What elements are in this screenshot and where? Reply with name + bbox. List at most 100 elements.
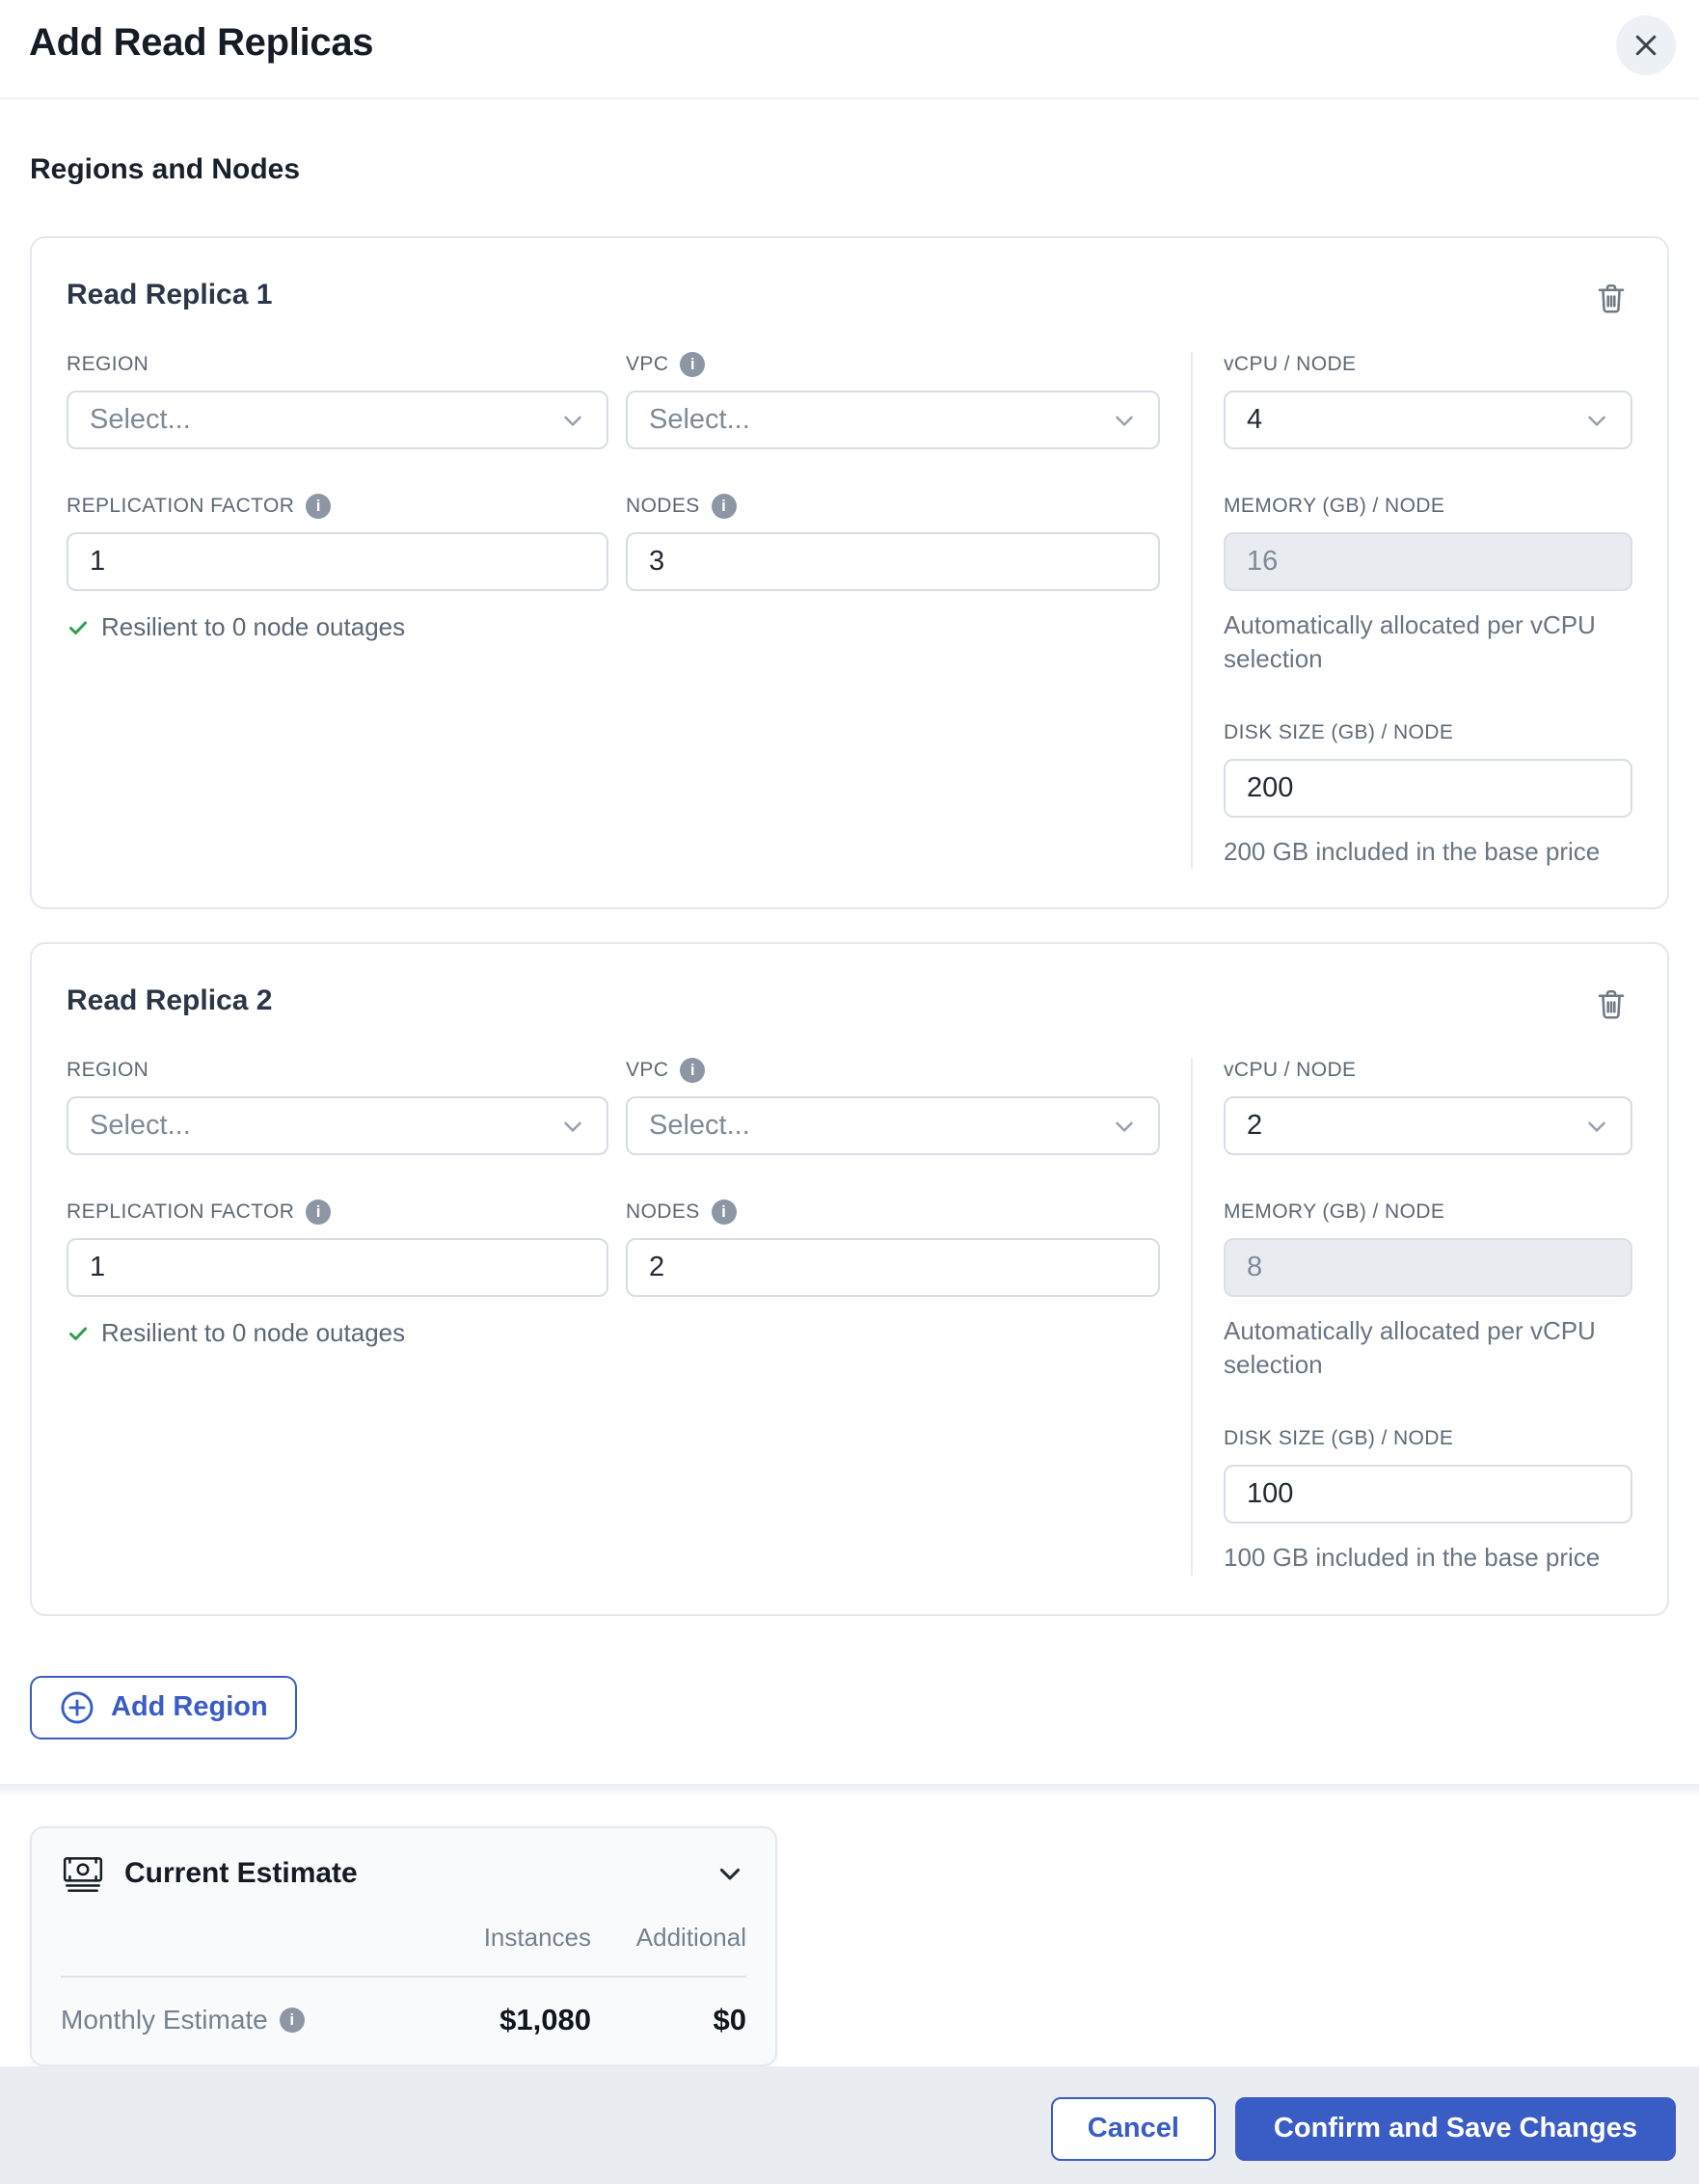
modal-footer: Cancel Confirm and Save Changes <box>0 2065 1699 2184</box>
vpc-select[interactable]: Select... <box>626 391 1160 449</box>
info-icon[interactable]: i <box>711 494 737 519</box>
replication-factor-label: REPLICATION FACTOR <box>67 495 295 517</box>
monthly-estimate-row: Monthly Estimate i $1,080 $0 <box>61 2003 746 2037</box>
resilience-text: Resilient to 0 node outages <box>101 1318 406 1348</box>
region-field: REGION Select... <box>67 1058 608 1156</box>
close-icon <box>1635 35 1657 56</box>
nodes-input[interactable] <box>626 1238 1160 1298</box>
plus-circle-icon <box>61 1691 94 1724</box>
estimate-divider <box>61 1975 746 1978</box>
info-icon[interactable]: i <box>306 1200 332 1226</box>
confirm-save-button[interactable]: Confirm and Save Changes <box>1234 2096 1676 2161</box>
replica-card-2: Read Replica 2 REGION Select... VPC i Se… <box>30 942 1669 1616</box>
region-select[interactable]: Select... <box>67 391 608 449</box>
vcpu-select-value: 2 <box>1247 1110 1263 1142</box>
replica-card-1: Read Replica 1 REGION Select... VPC i Se… <box>30 236 1669 910</box>
memory-helper-text: Automatically allocated per vCPU selecti… <box>1224 1316 1596 1380</box>
info-icon[interactable]: i <box>306 494 332 519</box>
current-estimate-header[interactable]: Current Estimate <box>61 1853 746 1894</box>
additional-column-header: Additional <box>635 1922 746 1952</box>
disk-size-input[interactable] <box>1224 759 1632 819</box>
vpc-select[interactable]: Select... <box>626 1096 1160 1156</box>
replication-factor-field: REPLICATION FACTOR i Resilient to 0 node… <box>67 494 608 642</box>
resilience-status: Resilient to 0 node outages <box>67 1318 608 1348</box>
replication-factor-label: REPLICATION FACTOR <box>67 1200 295 1224</box>
check-icon <box>69 621 87 634</box>
nodes-field: NODES i <box>626 1200 1160 1348</box>
disk-size-label: DISK SIZE (GB) / NODE <box>1224 1427 1454 1450</box>
current-estimate-card: Current Estimate Instances Additional Mo… <box>30 1825 777 2066</box>
nodes-input[interactable] <box>626 532 1160 591</box>
disk-size-input[interactable] <box>1224 1465 1632 1524</box>
region-label: REGION <box>67 353 149 375</box>
chevron-down-icon <box>564 1121 581 1132</box>
section-title: Regions and Nodes <box>30 153 301 185</box>
vcpu-select[interactable]: 4 <box>1224 391 1632 449</box>
chevron-down-icon <box>1588 1121 1605 1132</box>
replication-factor-field: REPLICATION FACTOR i Resilient to 0 node… <box>67 1200 608 1348</box>
resilience-status: Resilient to 0 node outages <box>67 612 608 642</box>
disk-helper-text: 100 GB included in the base price <box>1224 1543 1601 1573</box>
disk-helper-text: 200 GB included in the base price <box>1224 837 1601 867</box>
modal-content: Regions and Nodes Read Replica 1 REGION … <box>0 99 1699 2066</box>
memory-input <box>1224 532 1632 591</box>
cancel-button[interactable]: Cancel <box>1050 2096 1216 2161</box>
trash-icon <box>1598 283 1625 313</box>
banknote-icon <box>63 1856 103 1892</box>
delete-replica-1-button[interactable] <box>1588 275 1634 321</box>
instances-column-header: Instances <box>483 1922 591 1952</box>
monthly-additional-value: $0 <box>713 2002 746 2036</box>
vcpu-select[interactable]: 2 <box>1224 1096 1632 1156</box>
info-icon[interactable]: i <box>680 1058 706 1084</box>
info-icon[interactable]: i <box>711 1200 737 1226</box>
resilience-text: Resilient to 0 node outages <box>101 612 406 641</box>
estimate-column-headers: Instances Additional <box>61 1923 746 1953</box>
vpc-select-value: Select... <box>649 404 750 435</box>
region-label: REGION <box>67 1059 149 1082</box>
nodes-field: NODES i <box>626 494 1160 642</box>
chevron-down-icon <box>1588 416 1605 426</box>
disk-size-field: DISK SIZE (GB) / NODE 100 GB included in… <box>1224 1426 1632 1575</box>
trash-icon <box>1598 990 1625 1019</box>
page-title: Add Read Replicas <box>29 21 374 64</box>
disk-size-label: DISK SIZE (GB) / NODE <box>1224 721 1454 744</box>
vcpu-label: vCPU / NODE <box>1224 353 1357 375</box>
memory-input <box>1224 1238 1632 1298</box>
replica-1-title: Read Replica 1 <box>67 279 273 310</box>
vpc-select-value: Select... <box>649 1110 750 1142</box>
add-region-button[interactable]: Add Region <box>30 1675 297 1739</box>
replication-factor-input[interactable] <box>67 532 608 591</box>
check-icon <box>69 1327 87 1340</box>
nodes-label: NODES <box>626 1200 700 1224</box>
info-icon[interactable]: i <box>680 352 706 377</box>
modal-header: Add Read Replicas <box>0 0 1699 99</box>
close-button[interactable] <box>1616 15 1676 75</box>
replica-2-title: Read Replica 2 <box>67 984 273 1017</box>
delete-replica-2-button[interactable] <box>1588 981 1634 1027</box>
region-select-value: Select... <box>90 404 191 435</box>
monthly-instances-value: $1,080 <box>499 2002 591 2036</box>
current-estimate-title: Current Estimate <box>124 1856 358 1889</box>
vpc-field: VPC i Select... <box>626 1058 1160 1156</box>
memory-field: MEMORY (GB) / NODE Automatically allocat… <box>1224 1200 1632 1382</box>
region-select[interactable]: Select... <box>67 1096 608 1156</box>
memory-label: MEMORY (GB) / NODE <box>1224 495 1445 517</box>
vcpu-label: vCPU / NODE <box>1224 1059 1357 1082</box>
chevron-down-icon[interactable] <box>714 1857 746 1890</box>
chevron-down-icon <box>1116 1121 1133 1132</box>
vpc-field: VPC i Select... <box>626 352 1160 449</box>
chevron-down-icon <box>564 416 581 426</box>
disk-size-field: DISK SIZE (GB) / NODE 200 GB included in… <box>1224 720 1632 869</box>
vpc-label: VPC <box>626 353 669 375</box>
vcpu-select-value: 4 <box>1247 404 1263 435</box>
memory-field: MEMORY (GB) / NODE Automatically allocat… <box>1224 494 1632 676</box>
chevron-down-icon <box>1116 416 1133 426</box>
vcpu-field: vCPU / NODE 4 <box>1224 352 1632 449</box>
memory-label: MEMORY (GB) / NODE <box>1224 1200 1445 1224</box>
replication-factor-input[interactable] <box>67 1238 608 1298</box>
region-field: REGION Select... <box>67 352 608 449</box>
section-divider <box>0 1783 1699 1795</box>
add-region-label: Add Region <box>111 1691 268 1723</box>
info-icon[interactable]: i <box>279 2007 305 2033</box>
region-select-value: Select... <box>90 1110 191 1142</box>
